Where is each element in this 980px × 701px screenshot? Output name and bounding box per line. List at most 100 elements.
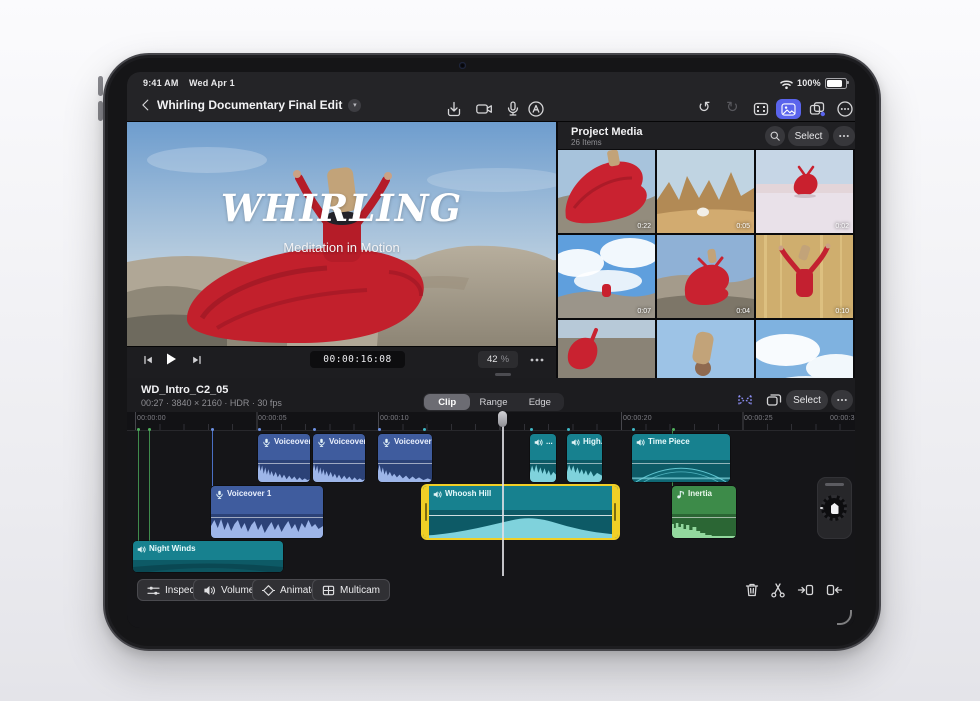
- mic-icon: [317, 438, 326, 447]
- zoom-level-control[interactable]: 42 %: [478, 351, 518, 368]
- media-thumbnail[interactable]: [558, 320, 655, 378]
- mic-icon: [215, 490, 224, 499]
- page-title: Whirling Documentary Final Edit: [157, 98, 342, 112]
- microphone-icon[interactable]: [504, 100, 522, 118]
- tool-label: Volume: [221, 585, 254, 596]
- media-thumbnail[interactable]: 0:04: [657, 235, 754, 318]
- timeline-clip[interactable]: Night Winds: [133, 541, 283, 572]
- ipad-volume-up-button[interactable]: [98, 76, 103, 96]
- media-thumbnail[interactable]: 0:10: [756, 235, 853, 318]
- ruler-label: 00:00:20: [623, 415, 652, 422]
- previous-frame-button[interactable]: [142, 354, 154, 366]
- trim-handle-left[interactable]: [423, 486, 429, 538]
- draw-pencil-icon[interactable]: [527, 100, 545, 118]
- timeline-clip-selected[interactable]: Whoosh Hill: [423, 486, 618, 538]
- speaker-icon: [534, 438, 543, 447]
- more-icon[interactable]: [836, 100, 854, 118]
- camera-icon[interactable]: [475, 100, 493, 118]
- project-title-group[interactable]: Whirling Documentary Final Edit ▾: [157, 98, 361, 112]
- undo-icon[interactable]: ↺: [698, 100, 711, 115]
- connection-stem: [138, 431, 139, 541]
- speaker-icon: [203, 584, 216, 597]
- timeline-more-button[interactable]: [831, 390, 853, 410]
- trim-handle-right[interactable]: [612, 486, 618, 538]
- connect-clips-icon[interactable]: [736, 391, 754, 409]
- mode-edge[interactable]: Edge: [517, 394, 563, 410]
- back-button[interactable]: [138, 97, 154, 113]
- panel-resize-handle[interactable]: [495, 373, 511, 376]
- overwrite-insert-icon[interactable]: [797, 581, 815, 599]
- timeline-clip[interactable]: Time Piece: [632, 434, 730, 482]
- status-time: 9:41 AM: [143, 78, 179, 88]
- timeline-select-button[interactable]: Select: [786, 390, 828, 410]
- delete-icon[interactable]: [743, 581, 761, 599]
- viewer-options-icon[interactable]: [752, 100, 770, 118]
- ruler-label: 00:00:25: [744, 415, 773, 422]
- marker-dot: [378, 428, 381, 431]
- mode-clip[interactable]: Clip: [424, 394, 470, 410]
- timeline-clip[interactable]: Voiceover 1: [211, 486, 323, 538]
- speaker-icon: [433, 490, 442, 499]
- ruler-label: 00:00:00: [137, 415, 166, 422]
- append-insert-icon[interactable]: [825, 581, 843, 599]
- jog-grip[interactable]: [825, 483, 844, 486]
- redo-icon[interactable]: ↻: [726, 100, 739, 115]
- blade-scissors-icon[interactable]: [769, 581, 787, 599]
- thumb-duration: 0:05: [736, 223, 750, 230]
- timeline-clip[interactable]: Voiceover 2: [313, 434, 365, 482]
- timeline-clip[interactable]: High...: [567, 434, 602, 482]
- multicam-grid-icon: [322, 584, 335, 597]
- viewer[interactable]: WHIRLING Meditation in Motion: [127, 122, 556, 346]
- jog-wheel[interactable]: [817, 477, 852, 539]
- share-import-icon[interactable]: [445, 100, 463, 118]
- status-date: Wed Apr 1: [189, 78, 235, 88]
- clip-label: Voiceover 2: [274, 437, 310, 446]
- thumb-image: [756, 320, 853, 378]
- media-more-button[interactable]: [833, 126, 855, 146]
- media-thumbnail[interactable]: 0:05: [657, 150, 754, 233]
- playhead-handle[interactable]: [498, 411, 507, 427]
- paste-layers-icon[interactable]: [808, 100, 826, 118]
- media-thumbnail[interactable]: 0:07: [558, 235, 655, 318]
- viewer-more-icon[interactable]: [529, 356, 545, 364]
- thumb-image: [756, 235, 853, 318]
- thumb-image: [756, 150, 853, 233]
- thumb-image: [657, 320, 754, 378]
- timeline-clip[interactable]: Voiceover 3: [378, 434, 432, 482]
- clip-label: Time Piece: [648, 437, 690, 446]
- timeline-clip[interactable]: Voiceover 2: [258, 434, 310, 482]
- timeline-clip[interactable]: ...: [530, 434, 556, 482]
- speaker-icon: [571, 438, 580, 447]
- chevron-down-icon[interactable]: ▾: [348, 99, 361, 112]
- marker-dot: [258, 428, 261, 431]
- media-panel-count: 26 Items: [571, 138, 602, 147]
- clip-label: Voiceover 2: [329, 437, 365, 446]
- play-button[interactable]: [163, 351, 179, 367]
- thumb-image: [558, 320, 655, 378]
- marker-dot: [632, 428, 635, 431]
- media-select-button[interactable]: Select: [788, 126, 829, 146]
- mode-range[interactable]: Range: [470, 394, 516, 410]
- screen: 9:41 AM Wed Apr 1 100% Whirling Document…: [127, 72, 855, 628]
- media-browser-button[interactable]: [776, 99, 801, 119]
- next-frame-button[interactable]: [191, 354, 203, 366]
- viewer-overlay-subtitle: Meditation in Motion: [127, 240, 556, 255]
- media-thumbnail[interactable]: [756, 320, 853, 378]
- media-thumbnail[interactable]: [657, 320, 754, 378]
- jog-mark: [820, 507, 823, 509]
- overlapping-frames-icon[interactable]: [765, 391, 783, 409]
- ruler-label: 00:00:30: [830, 415, 855, 422]
- media-search-button[interactable]: [765, 126, 785, 146]
- speaker-icon: [137, 545, 146, 554]
- media-thumbnail[interactable]: 0:22: [558, 150, 655, 233]
- media-thumbnail[interactable]: 0:02: [756, 150, 853, 233]
- thumb-image: [558, 150, 655, 233]
- playhead-line[interactable]: [502, 412, 504, 576]
- timeline-clip-meta: 00:27 · 3840 × 2160 · HDR · 30 fps: [141, 398, 282, 408]
- thumb-duration: 0:07: [637, 308, 651, 315]
- multicam-button[interactable]: Multicam: [312, 579, 390, 601]
- zoom-value: 42: [487, 354, 498, 365]
- mic-icon: [262, 438, 271, 447]
- timecode-display[interactable]: 00:00:16:08: [310, 351, 405, 368]
- timeline-clip[interactable]: Inertia: [672, 486, 736, 538]
